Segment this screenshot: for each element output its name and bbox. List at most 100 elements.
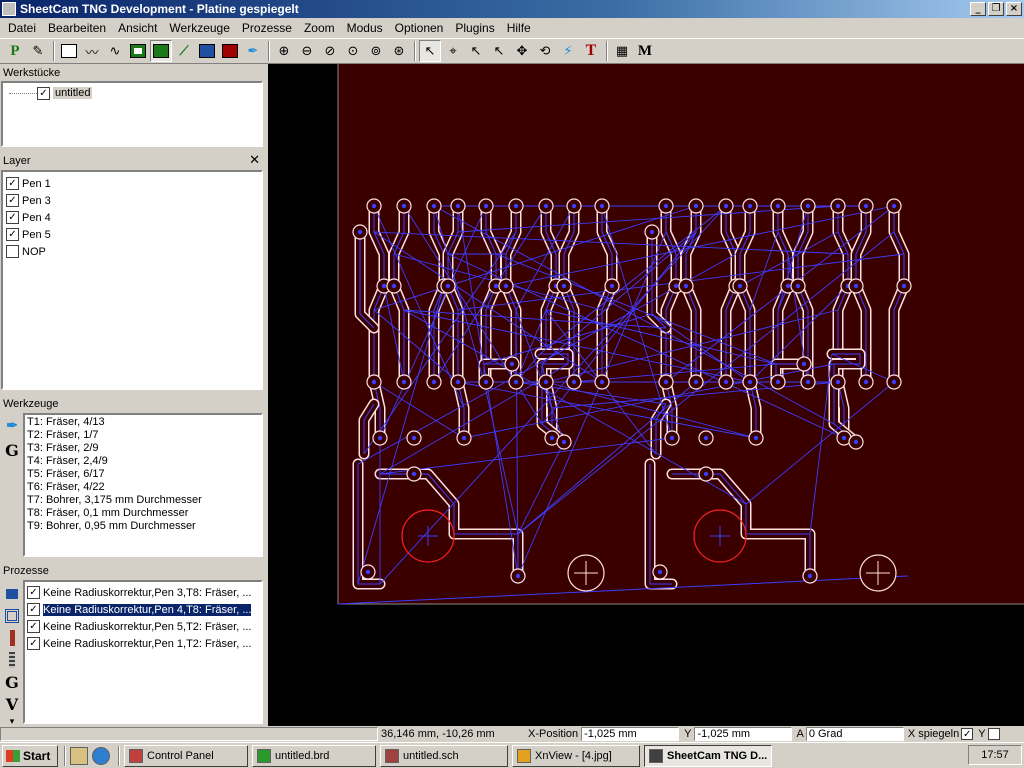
angle-field[interactable]: 0 Grad: [805, 727, 904, 741]
pad-drill: [513, 379, 519, 385]
tool-item[interactable]: T2: Fräser, 1/7: [25, 429, 261, 442]
y-position-field[interactable]: -1,025 mm: [694, 727, 793, 741]
process-thread-button[interactable]: [2, 650, 22, 670]
close-button[interactable]: ×: [1006, 2, 1022, 16]
menu-prozesse[interactable]: Prozesse: [236, 21, 298, 35]
tool-gcode-button[interactable]: G: [2, 440, 22, 460]
menu-plugins[interactable]: Plugins: [449, 21, 500, 35]
process-gcode-button[interactable]: G: [2, 672, 22, 692]
zoom-pan-button[interactable]: ⊘: [319, 40, 341, 62]
zoom-out-button[interactable]: ⊖: [296, 40, 318, 62]
pad-drill: [669, 435, 675, 441]
process-outline-button[interactable]: [2, 606, 22, 626]
edit-job-button[interactable]: ✎: [27, 40, 49, 62]
layer-row[interactable]: NOP: [3, 243, 261, 260]
menu-werkzeuge[interactable]: Werkzeuge: [163, 21, 235, 35]
tool-item[interactable]: T3: Fräser, 2/9: [25, 442, 261, 455]
tool-item[interactable]: T6: Fräser, 4/22: [25, 481, 261, 494]
process-vcarve-button[interactable]: V: [2, 694, 22, 714]
minimize-button[interactable]: _: [970, 2, 986, 16]
macro-button[interactable]: M: [634, 40, 656, 62]
restore-button[interactable]: ❐: [988, 2, 1004, 16]
view-toolpath-button[interactable]: ∿: [104, 40, 126, 62]
select-chain-button[interactable]: ↖: [488, 40, 510, 62]
layer-checkbox[interactable]: ✓: [6, 228, 19, 241]
layer-row[interactable]: ✓ Pen 5: [3, 226, 261, 243]
menu-modus[interactable]: Modus: [341, 21, 389, 35]
layer-checkbox[interactable]: ✓: [6, 177, 19, 190]
select-start-button[interactable]: ⌖: [442, 40, 464, 62]
text-tool-button[interactable]: T: [580, 40, 602, 62]
tool-item[interactable]: T4: Fräser, 2,4/9: [25, 455, 261, 468]
close-icon[interactable]: ✕: [249, 153, 260, 169]
scroll-down-icon[interactable]: ▾: [2, 716, 22, 726]
post-process-button[interactable]: P: [4, 40, 26, 62]
tool-item[interactable]: T8: Fräser, 0,1 mm Durchmesser: [25, 507, 261, 520]
task-xnview[interactable]: XnView - [4.jpg]: [512, 744, 640, 767]
rotate-button[interactable]: ⟲: [534, 40, 556, 62]
x-position-field[interactable]: -1,025 mm: [581, 727, 680, 741]
task-sheetcam[interactable]: SheetCam TNG D...: [644, 744, 772, 767]
start-button[interactable]: Start: [2, 744, 58, 767]
menu-ansicht[interactable]: Ansicht: [112, 21, 163, 35]
layer-checkbox[interactable]: ✓: [6, 211, 19, 224]
drill-icon: ✒: [247, 43, 259, 59]
text-tool-icon: T: [585, 42, 597, 59]
process-row-selected[interactable]: ✓ Keine Radiuskorrektur,Pen 4,T8: Fräser,…: [25, 601, 261, 618]
x-mirror-checkbox[interactable]: ✓: [961, 728, 974, 740]
process-checkbox[interactable]: ✓: [27, 603, 40, 616]
drill-tool-button[interactable]: ⚡: [557, 40, 579, 62]
menu-optionen[interactable]: Optionen: [389, 21, 450, 35]
layer-checkbox[interactable]: ✓: [6, 194, 19, 207]
y-mirror-checkbox[interactable]: [987, 728, 1000, 740]
view-tool-button[interactable]: ✒: [242, 40, 264, 62]
zoom-selection-button[interactable]: ⊛: [388, 40, 410, 62]
process-drill-button[interactable]: [2, 628, 22, 648]
view-rapids-button[interactable]: ⟋: [173, 40, 195, 62]
process-run-button[interactable]: [2, 584, 22, 604]
layer-row[interactable]: ✓ Pen 4: [3, 209, 261, 226]
layer-checkbox[interactable]: [6, 245, 19, 258]
desktop-icon[interactable]: [70, 746, 88, 765]
menu-datei[interactable]: Datei: [2, 21, 42, 35]
tool-item[interactable]: T1: Fräser, 4/13: [25, 416, 261, 429]
new-tool-button[interactable]: ✒: [2, 416, 22, 436]
view-paths-button[interactable]: 〰: [81, 40, 103, 62]
tool-item[interactable]: T7: Bohrer, 3,175 mm Durchmesser: [25, 494, 261, 507]
menu-bearbeiten[interactable]: Bearbeiten: [42, 21, 112, 35]
view-outline-button[interactable]: [127, 40, 149, 62]
tool-item[interactable]: T9: Bohrer, 0,95 mm Durchmesser: [25, 520, 261, 533]
move-button[interactable]: ✥: [511, 40, 533, 62]
view-red-button[interactable]: [219, 40, 241, 62]
pad-drill: [377, 435, 383, 441]
layer-row[interactable]: ✓ Pen 3: [3, 192, 261, 209]
select-text-button[interactable]: ↖: [465, 40, 487, 62]
task-untitled-sch[interactable]: untitled.sch: [380, 744, 508, 767]
werkstueck-checkbox[interactable]: ✓: [37, 86, 50, 100]
pad-drill: [863, 379, 869, 385]
werkstueck-item[interactable]: untitled: [53, 87, 93, 99]
zoom-all-button[interactable]: ⊚: [365, 40, 387, 62]
view-board-button[interactable]: [196, 40, 218, 62]
layer-row[interactable]: ✓ Pen 1: [3, 175, 261, 192]
task-control-panel[interactable]: Control Panel: [124, 744, 248, 767]
select-mode-button[interactable]: ↖: [419, 40, 441, 62]
process-checkbox[interactable]: ✓: [27, 586, 40, 599]
zoom-in-button[interactable]: ⊕: [273, 40, 295, 62]
werkzeuge-list: T1: Fräser, 4/13 T2: Fräser, 1/7 T3: Frä…: [23, 413, 263, 557]
calculator-button[interactable]: ▦: [611, 40, 633, 62]
zoom-window-button[interactable]: ⊙: [342, 40, 364, 62]
view-fill-button[interactable]: [150, 40, 172, 62]
tool-item[interactable]: T5: Fräser, 6/17: [25, 468, 261, 481]
browser-icon[interactable]: [92, 746, 110, 765]
menu-hilfe[interactable]: Hilfe: [501, 21, 537, 35]
menu-zoom[interactable]: Zoom: [298, 21, 341, 35]
drawing-canvas[interactable]: [268, 64, 1024, 726]
process-checkbox[interactable]: ✓: [27, 620, 40, 633]
process-row[interactable]: ✓ Keine Radiuskorrektur,Pen 1,T2: Fräser,…: [25, 635, 261, 652]
process-checkbox[interactable]: ✓: [27, 637, 40, 650]
view-layers-button[interactable]: [58, 40, 80, 62]
process-row[interactable]: ✓ Keine Radiuskorrektur,Pen 5,T2: Fräser,…: [25, 618, 261, 635]
task-untitled-brd[interactable]: untitled.brd: [252, 744, 376, 767]
process-row[interactable]: ✓ Keine Radiuskorrektur,Pen 3,T8: Fräser,…: [25, 584, 261, 601]
